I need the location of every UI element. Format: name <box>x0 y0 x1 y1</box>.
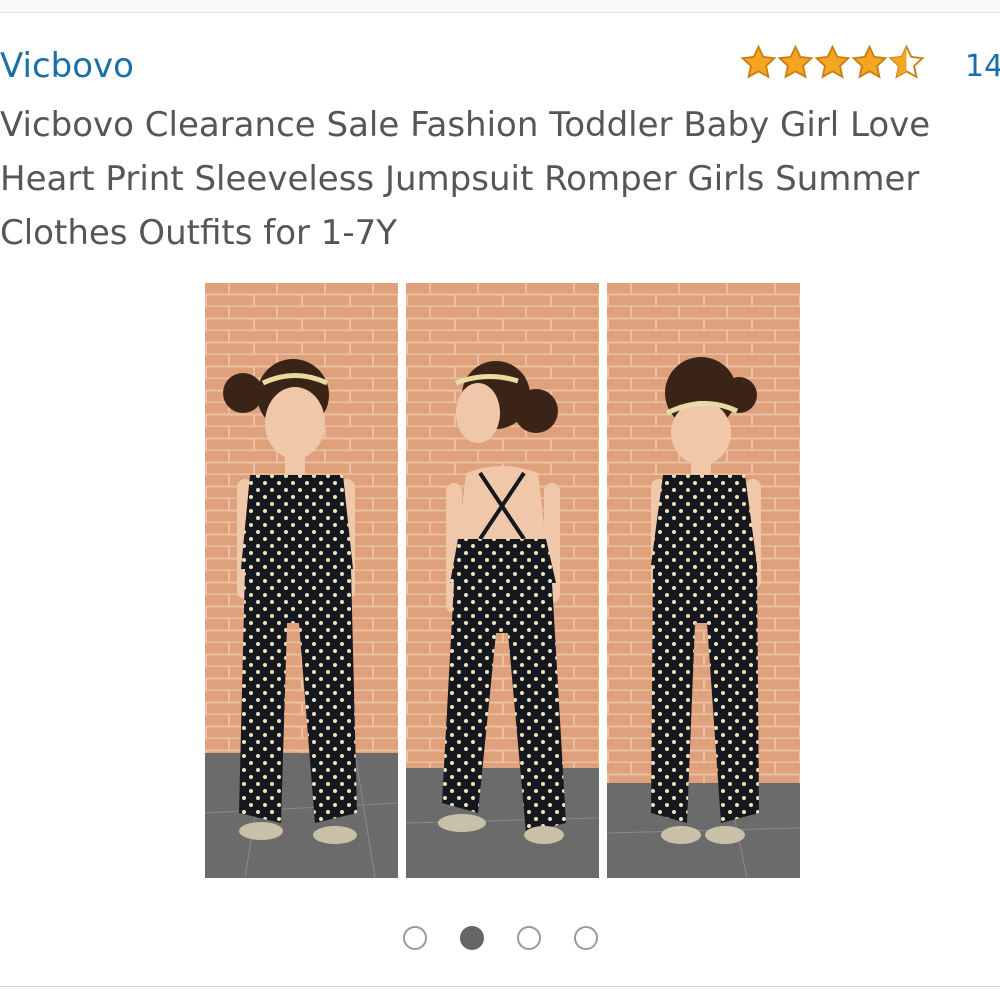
star-icon <box>814 44 851 81</box>
product-photo-back <box>406 283 599 878</box>
half-star-icon <box>888 44 925 81</box>
carousel-dot-icon[interactable] <box>573 926 598 950</box>
top-border <box>0 0 1000 13</box>
carousel-dot-icon[interactable] <box>516 926 541 950</box>
star-icon <box>851 44 888 81</box>
brand-link[interactable]: Vicbovo <box>0 42 134 90</box>
product-title[interactable]: Vicbovo Clearance Sale Fashion Toddler B… <box>0 98 1000 260</box>
product-image-carousel[interactable] <box>205 283 800 878</box>
carousel-dot-active-icon[interactable] <box>459 926 484 950</box>
star-icon <box>777 44 814 81</box>
carousel-pager[interactable] <box>0 926 1000 950</box>
product-photo-front-down <box>607 283 800 878</box>
star-icon <box>740 44 777 81</box>
section-divider <box>0 986 1000 987</box>
review-count-link[interactable]: 14 <box>965 44 1000 90</box>
star-rating[interactable] <box>740 44 925 81</box>
stars-container <box>740 44 925 81</box>
product-photo-front <box>205 283 398 878</box>
carousel-dot-icon[interactable] <box>402 926 427 950</box>
